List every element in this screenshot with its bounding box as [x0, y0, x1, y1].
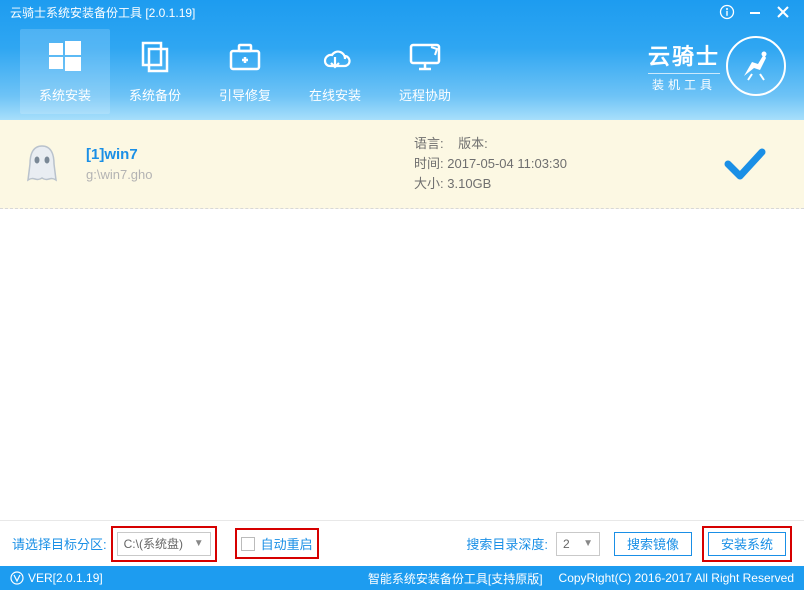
footer: VER[2.0.1.19] 智能系统安装备份工具[支持原版] CopyRight…: [0, 566, 804, 590]
chevron-down-icon: ▼: [583, 538, 593, 549]
cloud-download-icon: [313, 35, 357, 79]
titlebar: 云骑士系统安装备份工具 [2.0.1.19]: [0, 0, 804, 24]
ghost-icon: [20, 142, 64, 186]
header: 云骑士系统安装备份工具 [2.0.1.19] 系统安装 系统备份: [0, 0, 804, 120]
brand: 云骑士 装机工具: [648, 36, 786, 96]
footer-center: 智能系统安装备份工具[支持原版]: [368, 570, 543, 587]
image-path: g:\win7.gho: [86, 167, 366, 182]
nav-label: 引导修复: [219, 85, 271, 104]
nav-backup[interactable]: 系统备份: [110, 29, 200, 114]
nav-label: 在线安装: [309, 85, 361, 104]
image-meta: 语言: 版本: 时间: 2017-05-04 11:03:30 大小: 3.10…: [414, 134, 674, 194]
toolbox-icon: [223, 35, 267, 79]
search-image-button[interactable]: 搜索镜像: [614, 532, 692, 556]
bottom-bar: 请选择目标分区: C:\(系统盘) ▼ 自动重启 搜索目录深度: 2 ▼ 搜索镜…: [0, 520, 804, 566]
nav-label: 系统安装: [39, 85, 91, 104]
chevron-down-icon: ▼: [194, 538, 204, 549]
nav-label: 远程协助: [399, 85, 451, 104]
footer-copyright: CopyRight(C) 2016-2017 All Right Reserve…: [559, 571, 794, 585]
nav-boot-repair[interactable]: 引导修复: [200, 29, 290, 114]
highlight-install: 安装系统: [702, 526, 792, 562]
brand-name: 云骑士: [648, 39, 720, 71]
nav-label: 系统备份: [129, 85, 181, 104]
brand-subtitle: 装机工具: [648, 73, 720, 93]
depth-value: 2: [563, 537, 570, 551]
info-icon[interactable]: [716, 3, 738, 21]
highlight-target: C:\(系统盘) ▼: [111, 526, 217, 562]
nav-remote[interactable]: 远程协助: [380, 29, 470, 114]
selected-check-icon: [674, 146, 784, 182]
image-title: [1]win7: [86, 146, 366, 163]
highlight-reboot: 自动重启: [235, 528, 319, 559]
image-item[interactable]: [1]win7 g:\win7.gho 语言: 版本: 时间: 2017-05-…: [0, 120, 804, 209]
target-partition-dropdown[interactable]: C:\(系统盘) ▼: [117, 532, 211, 556]
nav-install[interactable]: 系统安装: [20, 29, 110, 114]
target-label: 请选择目标分区:: [12, 534, 107, 553]
minimize-button[interactable]: [744, 3, 766, 21]
target-value: C:\(系统盘): [124, 535, 183, 552]
depth-label: 搜索目录深度:: [466, 534, 548, 553]
image-list: [1]win7 g:\win7.gho 语言: 版本: 时间: 2017-05-…: [0, 120, 804, 520]
auto-reboot-checkbox[interactable]: [241, 537, 255, 551]
nav-online-install[interactable]: 在线安装: [290, 29, 380, 114]
window-title: 云骑士系统安装备份工具 [2.0.1.19]: [10, 4, 195, 21]
version-label: VER[2.0.1.19]: [10, 571, 103, 585]
windows-icon: [43, 35, 87, 79]
install-system-button[interactable]: 安装系统: [708, 532, 786, 556]
auto-reboot-label: 自动重启: [261, 534, 313, 553]
brand-logo-icon: [726, 36, 786, 96]
copy-icon: [133, 35, 177, 79]
monitor-icon: [403, 35, 447, 79]
close-button[interactable]: [772, 3, 794, 21]
depth-dropdown[interactable]: 2 ▼: [556, 532, 600, 556]
